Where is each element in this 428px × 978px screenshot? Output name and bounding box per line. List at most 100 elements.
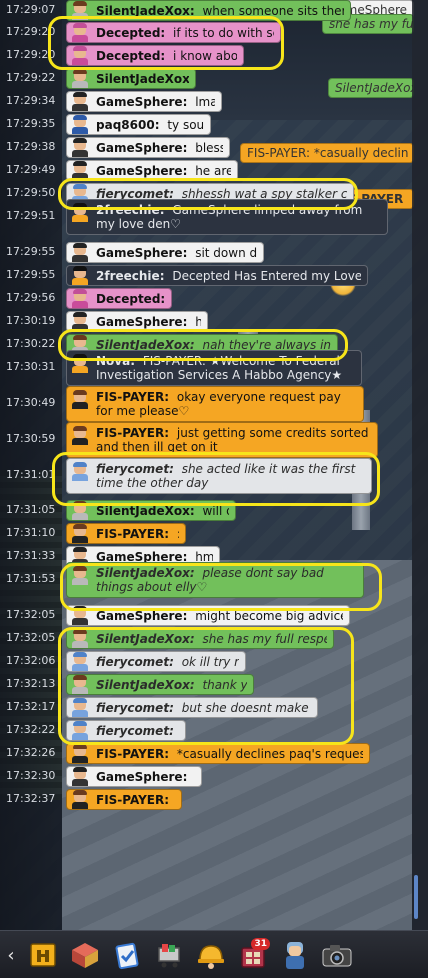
chat-message-row[interactable]: FIS-PAYER: okay everyone request pay for… bbox=[66, 385, 364, 422]
chat-message-row[interactable]: Decepted: ♡ bbox=[66, 288, 172, 309]
user-avatar-icon[interactable] bbox=[68, 46, 92, 65]
user-avatar-icon[interactable] bbox=[68, 501, 92, 520]
chat-scrollbar[interactable] bbox=[412, 0, 428, 930]
toolbar-collapse-arrow-icon[interactable]: ‹ bbox=[0, 936, 22, 974]
chat-message-row[interactable]: SilentJadeXox: when someone sits there x… bbox=[66, 0, 351, 21]
chat-username[interactable]: SilentJadeXox bbox=[96, 566, 190, 580]
avatar-profile-icon[interactable] bbox=[276, 936, 314, 974]
chat-bubble[interactable]: SilentJadeXox: :D bbox=[66, 68, 196, 89]
chat-message-row[interactable]: Decepted: i know about it bbox=[66, 45, 244, 66]
chat-message-row[interactable]: fierycomet: easy bbox=[66, 720, 186, 741]
chat-message-row[interactable]: GameSphere: sit down duckie bbox=[66, 242, 264, 263]
chat-bubble[interactable]: SilentJadeXox: please dont say bad thing… bbox=[66, 561, 364, 598]
user-avatar-icon[interactable] bbox=[68, 425, 92, 445]
chat-bubble[interactable]: GameSphere: sit down duckie bbox=[66, 242, 264, 263]
chat-message-row[interactable]: 2freechie: GameSphere limped away from m… bbox=[66, 198, 388, 235]
chat-username[interactable]: fierycomet bbox=[96, 655, 169, 669]
user-avatar-icon[interactable] bbox=[68, 652, 92, 671]
builders-club-helmet-icon[interactable] bbox=[192, 936, 230, 974]
chat-username[interactable]: FIS-PAYER bbox=[96, 527, 164, 541]
chat-bubble[interactable]: GameSphere: hmm bbox=[66, 311, 208, 332]
chat-scrollbar-thumb[interactable] bbox=[414, 875, 418, 919]
chat-bubble[interactable]: Decepted: i know about it bbox=[66, 45, 244, 66]
chat-username[interactable]: GameSphere bbox=[96, 315, 183, 329]
user-avatar-icon[interactable] bbox=[68, 565, 92, 585]
chat-message-row[interactable]: 2freechie: Decepted Has Entered my Love … bbox=[66, 265, 368, 286]
chat-message-row[interactable]: GameSphere: hmm bbox=[66, 311, 208, 332]
chat-bubble[interactable]: 2freechie: GameSphere limped away from m… bbox=[66, 198, 388, 235]
user-avatar-icon[interactable] bbox=[68, 289, 92, 308]
chat-username[interactable]: fierycomet bbox=[96, 701, 169, 715]
chat-username[interactable]: Decepted bbox=[96, 292, 160, 306]
chat-username[interactable]: SilentJadeXox bbox=[96, 72, 189, 86]
user-avatar-icon[interactable] bbox=[68, 161, 92, 180]
chat-username[interactable]: GameSphere bbox=[96, 141, 183, 155]
chat-message-row[interactable]: SilentJadeXox: will do♡ bbox=[66, 500, 236, 521]
user-avatar-icon[interactable] bbox=[68, 69, 92, 88]
chat-message-row[interactable]: fierycomet: ok ill try not to bbox=[66, 651, 246, 672]
chat-bubble[interactable]: fierycomet: but she doesnt make it wasy bbox=[66, 697, 318, 718]
chat-username[interactable]: SilentJadeXox bbox=[96, 678, 190, 692]
user-avatar-icon[interactable] bbox=[68, 698, 92, 717]
chat-username[interactable]: 2freechie bbox=[96, 269, 160, 283]
chat-username[interactable]: FIS-PAYER bbox=[96, 747, 164, 761]
user-avatar-icon[interactable] bbox=[68, 767, 92, 786]
chat-message-row[interactable]: GameSphere: bless you. bbox=[66, 137, 230, 158]
chat-bubble[interactable]: SilentJadeXox: she has my full respect ♡… bbox=[66, 628, 334, 649]
chat-username[interactable]: FIS-PAYER bbox=[96, 793, 164, 807]
user-avatar-icon[interactable] bbox=[68, 1, 92, 20]
chat-username[interactable]: SilentJadeXox bbox=[96, 4, 190, 18]
user-avatar-icon[interactable] bbox=[68, 92, 92, 111]
chat-bubble[interactable]: GameSphere: might become big advice man bbox=[66, 605, 350, 626]
quests-clipboard-icon[interactable] bbox=[108, 936, 146, 974]
chat-bubble[interactable]: GameSphere: LOL bbox=[66, 766, 202, 787]
chat-message-row[interactable]: GameSphere: LOL bbox=[66, 766, 202, 787]
user-avatar-icon[interactable] bbox=[68, 353, 92, 373]
chat-message-row[interactable]: GameSphere: lmaooo bbox=[66, 91, 222, 112]
chat-username[interactable]: GameSphere bbox=[96, 95, 183, 109]
user-avatar-icon[interactable] bbox=[68, 790, 92, 809]
chat-username[interactable]: GameSphere bbox=[96, 246, 183, 260]
user-avatar-icon[interactable] bbox=[68, 606, 92, 625]
chat-bubble[interactable]: 2freechie: Decepted Has Entered my Love … bbox=[66, 265, 368, 286]
shop-cart-icon[interactable] bbox=[150, 936, 188, 974]
chat-bubble[interactable]: GameSphere: lmaooo bbox=[66, 91, 222, 112]
chat-message-row[interactable]: FIS-PAYER: *casually declines paq's requ… bbox=[66, 743, 370, 764]
chat-username[interactable]: GameSphere bbox=[96, 164, 183, 178]
user-avatar-icon[interactable] bbox=[68, 138, 92, 157]
user-avatar-icon[interactable] bbox=[68, 675, 92, 694]
user-avatar-icon[interactable] bbox=[68, 389, 92, 409]
user-avatar-icon[interactable] bbox=[68, 461, 92, 481]
chat-message-row[interactable]: Decepted: if its to do with senna bbox=[66, 22, 281, 43]
chat-username[interactable]: FIS-PAYER bbox=[96, 426, 164, 440]
chat-message-row[interactable]: fierycomet: but she doesnt make it wasy bbox=[66, 697, 318, 718]
chat-bubble[interactable]: fierycomet: easy bbox=[66, 720, 186, 741]
user-avatar-icon[interactable] bbox=[68, 629, 92, 648]
chat-bubble[interactable]: fierycomet: ok ill try not to bbox=[66, 651, 246, 672]
chat-bubble[interactable]: Decepted: ♡ bbox=[66, 288, 172, 309]
chat-bubble[interactable]: Nova: FIS-PAYER: ★Welcome To Federal Inv… bbox=[66, 349, 362, 386]
chat-bubble[interactable]: FIS-PAYER: ;D bbox=[66, 789, 182, 810]
chat-message-row[interactable]: fierycomet: she acted like it was the fi… bbox=[66, 457, 372, 494]
chat-bubble[interactable]: fierycomet: she acted like it was the fi… bbox=[66, 457, 372, 494]
chat-username[interactable]: Decepted bbox=[96, 49, 160, 63]
catalogue-cube-icon[interactable] bbox=[66, 936, 104, 974]
chat-message-row[interactable]: SilentJadeXox: please dont say bad thing… bbox=[66, 561, 364, 598]
chat-message-row[interactable]: paq8600: ty soul ♡ bbox=[66, 114, 211, 135]
chat-username[interactable]: GameSphere bbox=[96, 609, 183, 623]
inventory-icon[interactable]: 31 bbox=[234, 936, 272, 974]
user-avatar-icon[interactable] bbox=[68, 312, 92, 331]
chat-bubble[interactable]: SilentJadeXox: thank you♡ bbox=[66, 674, 254, 695]
chat-username[interactable]: 2freechie bbox=[96, 203, 160, 217]
chat-username[interactable]: SilentJadeXox bbox=[96, 632, 190, 646]
user-avatar-icon[interactable] bbox=[68, 744, 92, 763]
game-viewport[interactable]: GameSphere she has my full respect Silen… bbox=[0, 0, 428, 978]
chat-username[interactable]: fierycomet bbox=[96, 724, 169, 738]
user-avatar-icon[interactable] bbox=[68, 23, 92, 42]
chat-bubble[interactable]: GameSphere: bless you. bbox=[66, 137, 230, 158]
chat-bubble[interactable]: FIS-PAYER: :)♡ bbox=[66, 523, 186, 544]
user-avatar-icon[interactable] bbox=[68, 524, 92, 543]
chat-bubble[interactable]: SilentJadeXox: when someone sits there x… bbox=[66, 0, 351, 21]
chat-username[interactable]: Decepted bbox=[96, 26, 160, 40]
user-avatar-icon[interactable] bbox=[68, 202, 92, 222]
